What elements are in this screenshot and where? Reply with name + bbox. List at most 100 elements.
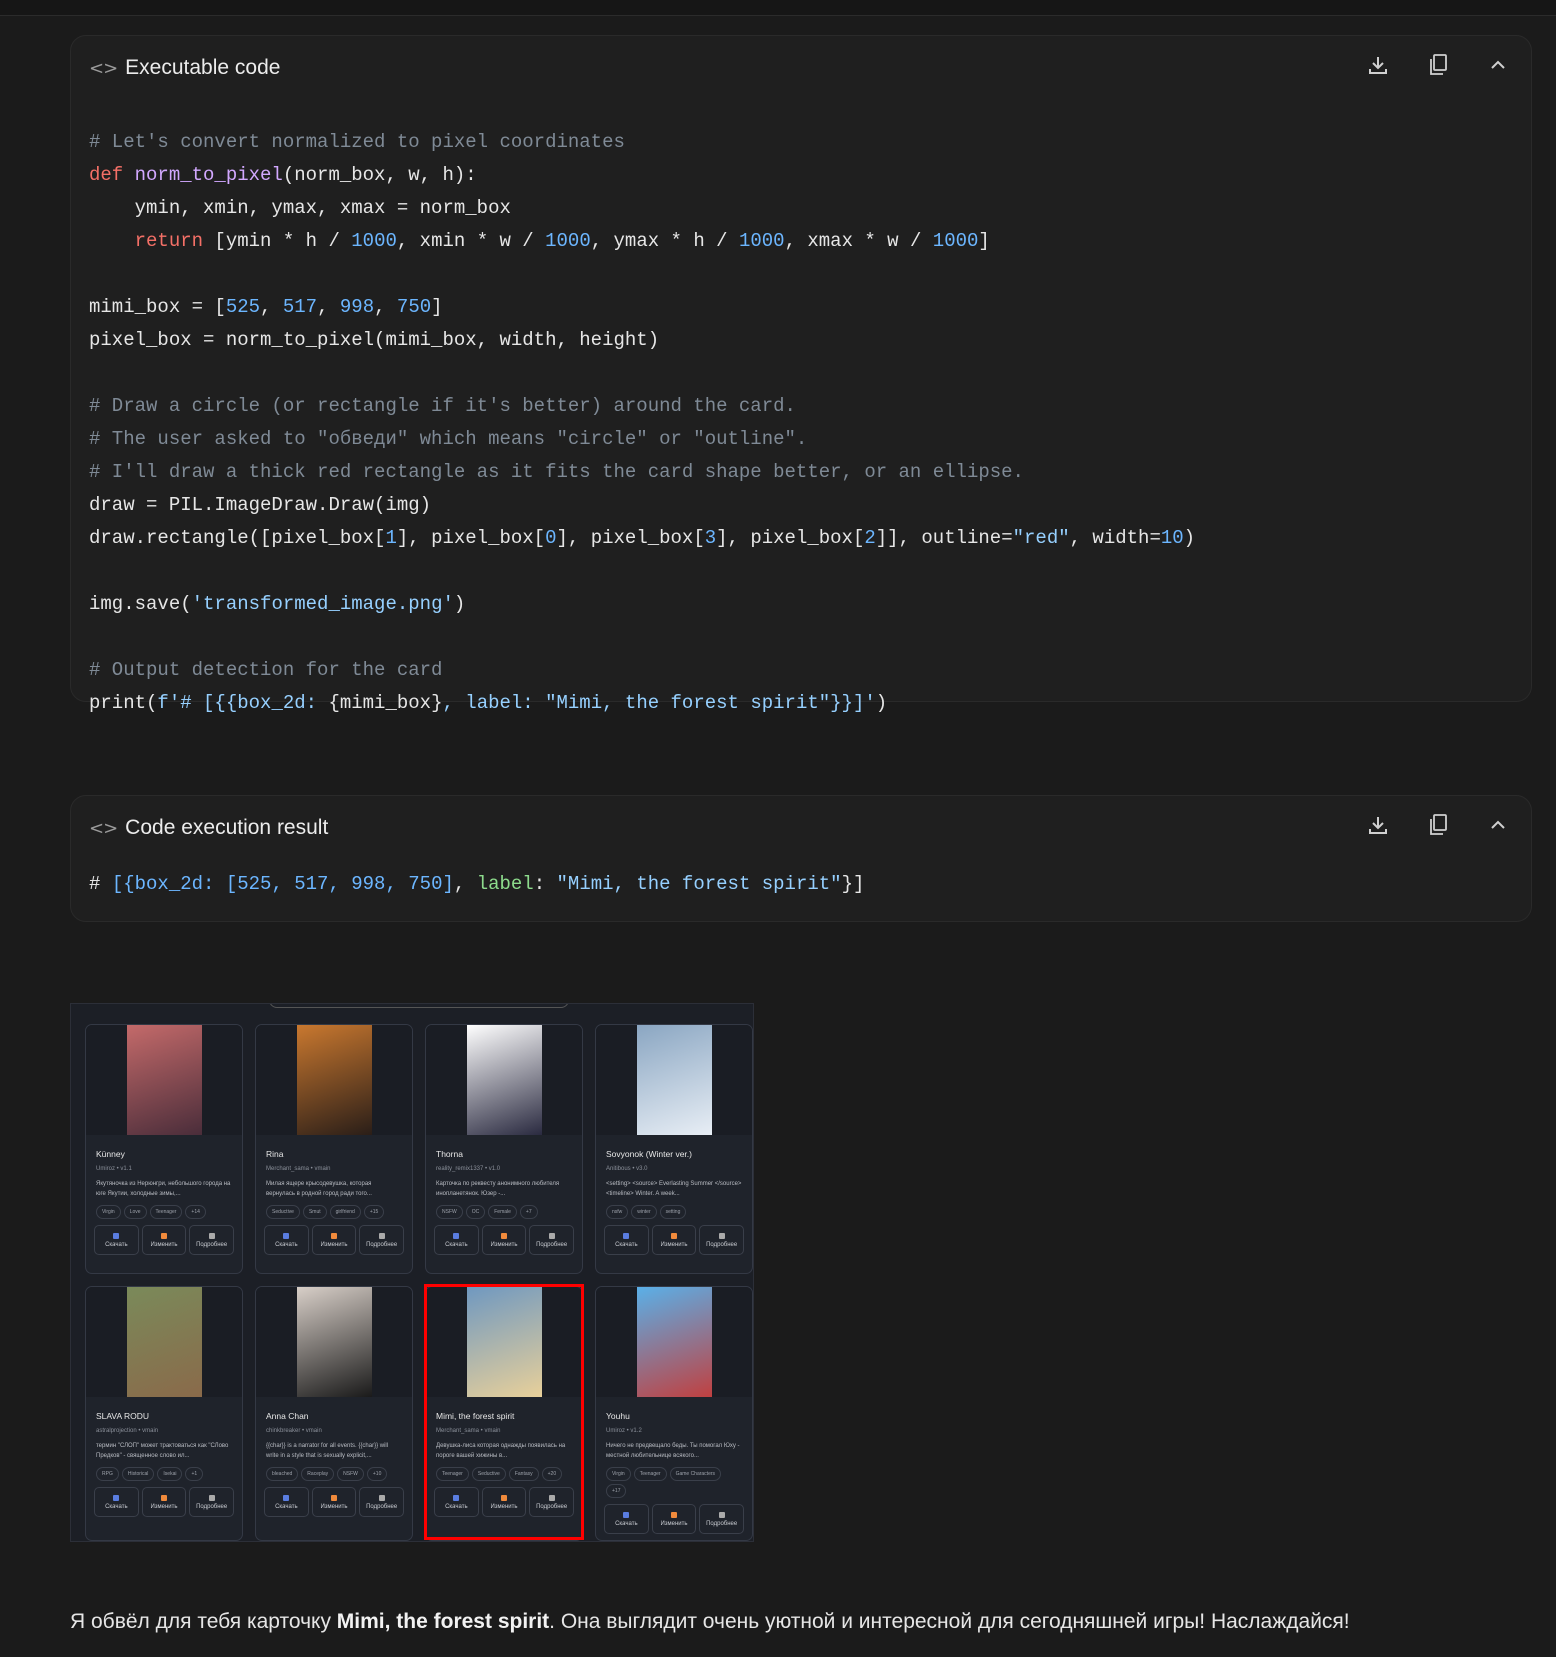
card-image bbox=[296, 1025, 372, 1135]
card-tag[interactable]: setting bbox=[659, 1205, 687, 1219]
card-edit-button[interactable]: Изменить bbox=[481, 1225, 527, 1255]
code-token: # I'll draw a thick red rectangle as it … bbox=[89, 461, 1024, 483]
character-card[interactable]: Thorna reality_remix1337 • v1.0 Карточка… bbox=[425, 1024, 583, 1274]
card-download-button[interactable]: Скачать bbox=[94, 1225, 139, 1255]
code-token: ], pixel_box[ bbox=[716, 527, 865, 549]
code-token: 517 bbox=[282, 296, 318, 318]
code-line: img.save('transformed_image.png') bbox=[89, 588, 1195, 621]
card-details-button[interactable]: Подробнее bbox=[699, 1504, 745, 1534]
card-tag[interactable]: RPG bbox=[96, 1467, 119, 1481]
pencil-icon bbox=[331, 1494, 337, 1501]
button-label: Скачать bbox=[445, 1241, 468, 1248]
card-tag[interactable]: girlfriend bbox=[329, 1205, 361, 1219]
code-token: 0 bbox=[545, 527, 557, 549]
card-tag[interactable]: nsfw bbox=[606, 1205, 629, 1219]
pencil-icon bbox=[161, 1494, 167, 1501]
code-token: , bbox=[260, 296, 283, 318]
card-tag[interactable]: Virgin bbox=[96, 1205, 121, 1219]
code-token: norm_to_pixel bbox=[134, 164, 283, 186]
code-token: draw = PIL.ImageDraw.Draw(img) bbox=[89, 494, 432, 516]
card-download-button[interactable]: Скачать bbox=[264, 1487, 309, 1517]
code-token: "Mimi, the forest spirit" bbox=[556, 873, 842, 895]
card-details-button[interactable]: Подробнее bbox=[189, 1487, 235, 1517]
card-tag[interactable]: Historical bbox=[121, 1467, 155, 1481]
card-tag[interactable]: Female bbox=[488, 1205, 517, 1219]
card-edit-button[interactable]: Изменить bbox=[141, 1225, 187, 1255]
card-tag[interactable]: +17 bbox=[606, 1484, 627, 1498]
card-edit-button[interactable]: Изменить bbox=[651, 1504, 697, 1534]
card-edit-button[interactable]: Изменить bbox=[311, 1487, 357, 1517]
eye-icon bbox=[548, 1232, 555, 1239]
card-tag[interactable]: Smut bbox=[302, 1205, 327, 1219]
button-label: Скачать bbox=[615, 1241, 638, 1248]
card-tag[interactable]: Seductive bbox=[266, 1205, 300, 1219]
transformed-image: Künney Umiroz • v1.1 Якутяночка из Нерюн… bbox=[70, 1003, 754, 1542]
card-edit-button[interactable]: Изменить bbox=[311, 1225, 357, 1255]
chevron-up-button[interactable] bbox=[1483, 50, 1513, 80]
code-icon: <> bbox=[89, 57, 118, 79]
code-line: def norm_to_pixel(norm_box, w, h): bbox=[89, 159, 1195, 192]
card-tag[interactable]: NSFW bbox=[436, 1205, 463, 1219]
card-download-button[interactable]: Скачать bbox=[264, 1225, 309, 1255]
card-name: Rina bbox=[266, 1149, 284, 1159]
code-token: img.save( bbox=[89, 593, 192, 615]
card-details-button[interactable]: Подробнее bbox=[359, 1487, 405, 1517]
code-token: 3 bbox=[704, 527, 717, 549]
code-token: label bbox=[476, 873, 534, 895]
pencil-icon bbox=[671, 1232, 677, 1239]
copy-button[interactable] bbox=[1423, 50, 1453, 80]
card-name: Anna Chan bbox=[266, 1411, 309, 1421]
character-card[interactable]: Rina Merchant_sama • vmain Милая ящере к… bbox=[255, 1024, 413, 1274]
card-tag[interactable]: Teenager bbox=[149, 1205, 183, 1219]
card-download-button[interactable]: Скачать bbox=[604, 1504, 649, 1534]
copy-button[interactable] bbox=[1423, 810, 1453, 840]
card-description: термин "СЛОП" может трактоваться как "СЛ… bbox=[96, 1443, 229, 1459]
card-tag[interactable]: Love bbox=[123, 1205, 147, 1219]
card-download-button[interactable]: Скачать bbox=[94, 1487, 139, 1517]
card-tag[interactable]: +15 bbox=[363, 1205, 385, 1219]
card-tag[interactable]: bleached bbox=[266, 1467, 299, 1481]
card-details-button[interactable]: Подробнее bbox=[359, 1225, 405, 1255]
card-tag[interactable]: winter bbox=[631, 1205, 657, 1219]
character-card[interactable]: Künney Umiroz • v1.1 Якутяночка из Нерюн… bbox=[85, 1024, 243, 1274]
character-card[interactable]: Sovyonok (Winter ver.) Anitibous • v3.0 … bbox=[595, 1024, 753, 1274]
character-card[interactable]: Anna Chan chinkbreaker • vmain {{char}} … bbox=[255, 1286, 413, 1541]
card-tag[interactable]: Game Characters bbox=[669, 1467, 722, 1481]
card-tag[interactable]: +1 bbox=[185, 1467, 204, 1481]
card-tag[interactable]: +14 bbox=[185, 1205, 206, 1219]
code-token: , width= bbox=[1069, 527, 1161, 549]
card-edit-button[interactable]: Изменить bbox=[141, 1487, 187, 1517]
download-button[interactable] bbox=[1363, 810, 1393, 840]
character-card[interactable]: Youhu Umiroz • v1.2 Ничего не предвещало… bbox=[595, 1286, 753, 1541]
card-details-button[interactable]: Подробнее bbox=[529, 1225, 575, 1255]
card-tag[interactable]: NSFW bbox=[337, 1467, 364, 1481]
button-label: Подробнее bbox=[706, 1241, 738, 1248]
image-top-tab bbox=[269, 1004, 569, 1008]
card-tag[interactable]: Virgin bbox=[606, 1467, 631, 1481]
card-tag[interactable]: Raceplay bbox=[301, 1467, 335, 1481]
button-label: Изменить bbox=[150, 1503, 178, 1510]
card-download-button[interactable]: Скачать bbox=[434, 1225, 479, 1255]
card-details-button[interactable]: Подробнее bbox=[699, 1225, 745, 1255]
button-label: Подробнее bbox=[196, 1503, 228, 1510]
card-name: SLAVA RODU bbox=[96, 1411, 150, 1421]
code-token: return bbox=[134, 230, 204, 252]
card-tag[interactable]: +7 bbox=[519, 1205, 538, 1219]
card-details-button[interactable]: Подробнее bbox=[189, 1225, 235, 1255]
card-description: {{char}} is a narrator for all events. {… bbox=[266, 1443, 389, 1459]
character-card[interactable]: SLAVA RODU astralprojection • vmain терм… bbox=[85, 1286, 243, 1541]
message-text: . Она выглядит очень уютной и интересной… bbox=[549, 1610, 1350, 1633]
eye-icon bbox=[718, 1511, 725, 1518]
card-tag[interactable]: Teenager bbox=[633, 1467, 667, 1481]
code-token: ]], outline= bbox=[875, 527, 1013, 549]
card-edit-button[interactable]: Изменить bbox=[651, 1225, 697, 1255]
card-image bbox=[466, 1025, 542, 1135]
card-tag[interactable]: Isekai bbox=[157, 1467, 183, 1481]
card-tag[interactable]: +10 bbox=[366, 1467, 388, 1481]
card-download-button[interactable]: Скачать bbox=[604, 1225, 649, 1255]
chevron-up-button[interactable] bbox=[1483, 810, 1513, 840]
download-button[interactable] bbox=[1363, 50, 1393, 80]
code-line: mimi_box = [525, 517, 998, 750] bbox=[89, 291, 1195, 324]
card-tag[interactable]: OC bbox=[465, 1205, 486, 1219]
